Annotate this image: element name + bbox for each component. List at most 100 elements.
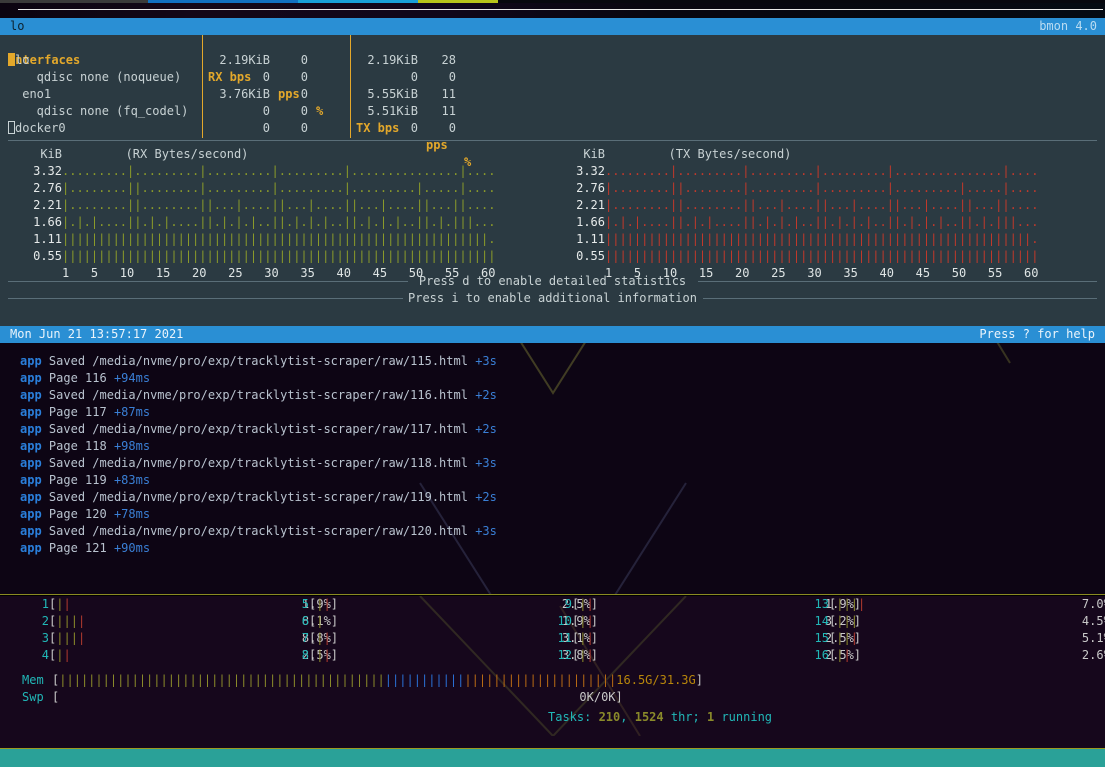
cpu-meter[interactable]: 7[|| 3.1%] bbox=[285, 630, 540, 647]
mem-bracket-open: [ bbox=[52, 673, 59, 687]
cpu-index: 5 bbox=[285, 596, 309, 613]
log-delta: +2s bbox=[475, 422, 497, 436]
cpu-bracket-open: [ bbox=[49, 614, 56, 628]
cpu-bracket-open: [ bbox=[49, 631, 56, 645]
interface-tx-bps: 2.19KiB bbox=[356, 52, 418, 69]
top-strip-seg-dark bbox=[0, 0, 148, 3]
graph-row: 3.32.........|.........|.........|......… bbox=[10, 163, 550, 180]
graph-row: 0.55||||||||||||||||||||||||||||||||||||… bbox=[553, 248, 1093, 265]
swap-label: Swp bbox=[0, 689, 52, 706]
cpu-meter[interactable]: 12[|| 2.5%] bbox=[548, 647, 798, 664]
graph-row: 3.32.........|.........|.........|......… bbox=[553, 163, 1093, 180]
cpu-index: 14 bbox=[805, 613, 829, 630]
graph-row: 1.66|.|.|....||.|.|....||.|.|.|..||.|.|.… bbox=[10, 214, 550, 231]
log-tag: app bbox=[20, 422, 42, 436]
cpu-meter[interactable]: 5[|| 2.5%] bbox=[285, 596, 540, 613]
cpu-bracket-open: [ bbox=[49, 597, 56, 611]
cpu-meter[interactable]: 3[|||| 8.8%] bbox=[25, 630, 280, 647]
graph-bars: ||||||||||||||||||||||||||||||||||||||||… bbox=[62, 248, 495, 265]
cpu-meter[interactable]: 2[|||| 8.1%] bbox=[25, 613, 280, 630]
log-pane[interactable]: app Saved /media/nvme/pro/exp/tracklytis… bbox=[0, 343, 1105, 595]
log-delta: +87ms bbox=[114, 405, 150, 419]
table-row[interactable]: eno13.76KiB05.55KiB11 bbox=[8, 86, 1097, 103]
interface-rx-bps: 3.76KiB bbox=[208, 86, 270, 103]
cpu-meter[interactable]: 15[||| 5.1%] bbox=[805, 630, 1055, 647]
cpu-meter[interactable]: 13[|||| 7.0%] bbox=[805, 596, 1055, 613]
bmon-body: Interfaces RX bps pps % TX bps pps % lo2… bbox=[0, 35, 1105, 307]
log-tag: app bbox=[20, 456, 42, 470]
tx-graph-header: KiB(TX Bytes/second) bbox=[553, 145, 1093, 163]
cpu-index: 10 bbox=[548, 613, 572, 630]
function-key-bar[interactable]: F1Help F2Setup F3SearchF4FilterF5List F6… bbox=[0, 748, 1105, 767]
tx-graph: KiB(TX Bytes/second) 3.32.........|.....… bbox=[553, 145, 1093, 282]
cpu-meter[interactable]: 9[|| 1.9%] bbox=[548, 596, 798, 613]
interface-tx-pps: 11 bbox=[426, 103, 456, 120]
swap-bar-space bbox=[59, 690, 579, 704]
interface-rx-bps: 0 bbox=[208, 120, 270, 137]
graph-bars: |........||........|.........|.........|… bbox=[62, 180, 495, 197]
graph-ytick: 1.11 bbox=[553, 231, 605, 248]
graph-ytick: 0.55 bbox=[10, 248, 62, 265]
list-item: app Saved /media/nvme/pro/exp/tracklytis… bbox=[0, 421, 1105, 438]
cpu-meter[interactable]: 11[|| 2.5%] bbox=[548, 630, 798, 647]
cpu-bar: || bbox=[579, 613, 593, 630]
graph-yaxis-label: KiB bbox=[10, 145, 62, 163]
cpu-meter[interactable]: 4[|| 2.5%] bbox=[25, 647, 280, 664]
log-delta: +94ms bbox=[114, 371, 150, 385]
table-row[interactable]: qdisc none (noqueue)0000 bbox=[8, 69, 1097, 86]
cpu-bar-space bbox=[594, 597, 818, 611]
log-message: Page 116 bbox=[49, 371, 114, 385]
cpu-meter[interactable]: 14[||| 4.5%] bbox=[805, 613, 1055, 630]
log-message: Saved /media/nvme/pro/exp/tracklytist-sc… bbox=[49, 422, 475, 436]
bmon-help-hint[interactable]: Press ? for help bbox=[979, 326, 1095, 343]
log-delta: +3s bbox=[475, 456, 497, 470]
cpu-meter[interactable]: 16[|| 2.6%] bbox=[805, 647, 1055, 664]
interface-rx-pps: 0 bbox=[278, 52, 308, 69]
cpu-meter[interactable]: 8[|| 3.8%] bbox=[285, 647, 540, 664]
log-message: Saved /media/nvme/pro/exp/tracklytist-sc… bbox=[49, 388, 475, 402]
mem-bar: ||||||||||||||||||||||||||||||||||||||||… bbox=[59, 672, 616, 689]
hint-detailed-stats-text: Press d to enable detailed statistics bbox=[419, 274, 686, 288]
cpu-bar-space bbox=[594, 631, 818, 645]
cpu-index: 6 bbox=[285, 613, 309, 630]
tasks-line: Tasks: 210, 1524 thr; 1 running bbox=[548, 708, 772, 726]
cpu-bar-space bbox=[331, 648, 555, 662]
table-row[interactable]: docker00000 bbox=[8, 120, 1097, 137]
graph-ytick: 0.55 bbox=[553, 248, 605, 265]
cpu-meter[interactable]: 6[| 1.9%] bbox=[285, 613, 540, 630]
cpu-bar: || bbox=[579, 647, 593, 664]
htop-pane[interactable]: 1[|| 1.9%]2[|||| 8.1%]3[|||| 8.8%]4[|| 2… bbox=[0, 596, 1105, 748]
cpu-bar-space bbox=[323, 614, 554, 628]
list-item: app Saved /media/nvme/pro/exp/tracklytis… bbox=[0, 489, 1105, 506]
log-message: Saved /media/nvme/pro/exp/tracklytist-sc… bbox=[49, 456, 475, 470]
log-message: Page 120 bbox=[49, 507, 114, 521]
cpu-bar-space bbox=[71, 597, 295, 611]
bmon-pane: lo bmon 4.0 Interfaces RX bps pps % TX b… bbox=[0, 18, 1105, 343]
cpu-meter[interactable]: 1[|| 1.9%] bbox=[25, 596, 280, 613]
cpu-bar: || bbox=[56, 647, 70, 664]
graph-ytick: 3.32 bbox=[10, 163, 62, 180]
column-header-rx-pct: % bbox=[316, 103, 344, 120]
cpu-index: 11 bbox=[548, 630, 572, 647]
system-stats: Tasks: 210, 1524 thr; 1 running Load ave… bbox=[548, 672, 772, 748]
table-row[interactable]: qdisc none (fq_codel)005.51KiB11 bbox=[8, 103, 1097, 120]
cpu-meter[interactable]: 10[|| 3.2%] bbox=[548, 613, 798, 630]
graph-title: (TX Bytes/second) bbox=[605, 145, 855, 163]
cpu-index: 13 bbox=[805, 596, 829, 613]
list-item: app Saved /media/nvme/pro/exp/tracklytis… bbox=[0, 455, 1105, 472]
table-row[interactable]: lo2.19KiB02.19KiB28 bbox=[8, 52, 1097, 69]
list-item: app Page 120 +78ms bbox=[0, 506, 1105, 523]
interface-rows: lo2.19KiB02.19KiB28 qdisc none (noqueue)… bbox=[8, 52, 1097, 137]
cpu-meters-grid: 1[|| 1.9%]2[|||| 8.1%]3[|||| 8.8%]4[|| 2… bbox=[0, 596, 1105, 672]
graph-title: (RX Bytes/second) bbox=[62, 145, 312, 163]
selection-cursor bbox=[8, 53, 15, 66]
graph-row: 1.11||||||||||||||||||||||||||||||||||||… bbox=[553, 231, 1093, 248]
log-message: Page 118 bbox=[49, 439, 114, 453]
rx-graph: KiB(RX Bytes/second) 3.32.........|.....… bbox=[10, 145, 550, 282]
cpu-bracket-open: [ bbox=[309, 597, 316, 611]
cpu-percent: 7.0% bbox=[1075, 597, 1105, 611]
interface-name: eno1 bbox=[8, 86, 204, 103]
cpu-bar-space bbox=[331, 597, 555, 611]
list-item: app Page 118 +98ms bbox=[0, 438, 1105, 455]
log-tag: app bbox=[20, 405, 42, 419]
